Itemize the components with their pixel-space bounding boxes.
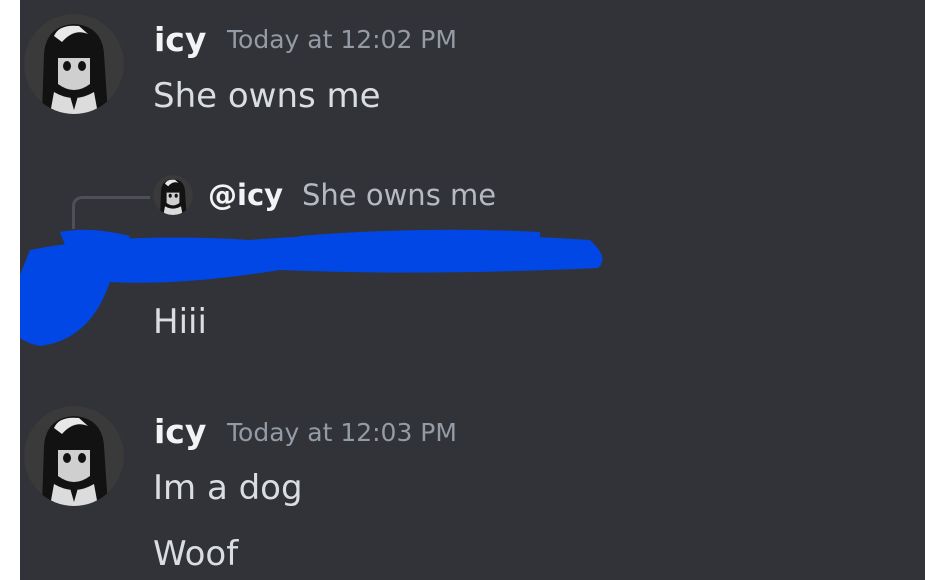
avatar[interactable] — [24, 14, 124, 114]
chat-messages: icy Today at 12:02 PM She owns me @icy S… — [20, 0, 925, 580]
reply-preview-text[interactable]: She owns me — [302, 174, 496, 216]
anime-girl-avatar-icon — [24, 406, 124, 506]
message-text: Im a dog — [153, 468, 303, 508]
message-timestamp: Today at 12:03 PM — [227, 418, 457, 447]
message-author[interactable]: icy — [154, 412, 206, 452]
message-author[interactable]: icy — [154, 20, 206, 60]
message-timestamp: Today at 12:02 PM — [227, 25, 457, 54]
avatar[interactable] — [24, 406, 124, 506]
anime-girl-avatar-icon — [153, 175, 193, 215]
reply-mention[interactable]: @icy — [208, 174, 283, 216]
message-text: She owns me — [153, 76, 381, 116]
message-text: Woof — [153, 534, 239, 574]
message-text: Hiii — [153, 302, 207, 342]
reply-avatar[interactable] — [153, 175, 193, 215]
reply-spine — [72, 196, 150, 229]
anime-girl-avatar-icon — [24, 14, 124, 114]
